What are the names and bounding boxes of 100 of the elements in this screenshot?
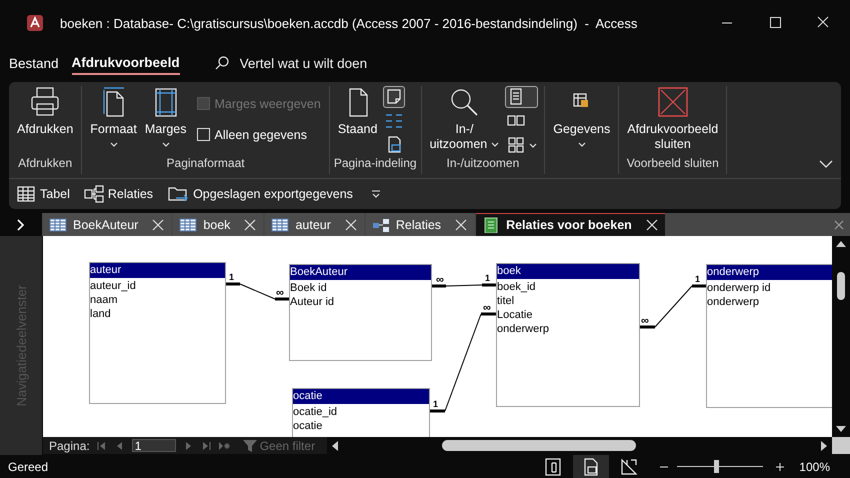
page-label: Pagina: bbox=[49, 438, 90, 452]
printer-icon bbox=[29, 86, 62, 118]
caret-icon bbox=[529, 142, 538, 148]
close-icon[interactable] bbox=[244, 218, 256, 230]
cardinality-label: 1 bbox=[433, 399, 438, 409]
group-label: Pagina-indeling bbox=[332, 156, 418, 172]
close-icon[interactable] bbox=[646, 219, 658, 231]
view-button[interactable] bbox=[573, 455, 610, 478]
relationship-line bbox=[432, 284, 496, 288]
table-icon bbox=[179, 216, 198, 232]
table-icon bbox=[271, 216, 290, 232]
report-view-icon bbox=[543, 456, 564, 476]
caret-icon bbox=[162, 142, 170, 147]
scroll-right-icon bbox=[821, 440, 828, 450]
group-label: In-/uitzoomen bbox=[446, 156, 520, 172]
caret-icon bbox=[110, 142, 118, 147]
slider-thumb[interactable] bbox=[714, 460, 719, 473]
table-title: onderwerp bbox=[707, 265, 832, 280]
ribbon-icon-button[interactable] bbox=[505, 86, 538, 108]
cross-icon bbox=[656, 86, 689, 118]
field-name: Locatie bbox=[497, 308, 534, 322]
field-name: auteur_id bbox=[90, 279, 137, 293]
field-name: boek_id bbox=[497, 280, 537, 294]
cardinality-label: ∞ bbox=[483, 303, 491, 313]
document-tab[interactable]: auteur bbox=[265, 213, 364, 236]
search-icon bbox=[214, 55, 230, 71]
table-icon bbox=[16, 184, 36, 204]
ribbon-button[interactable]: In-/ uitzoomen bbox=[426, 86, 504, 156]
group-label: Voorbeeld sluiten bbox=[626, 156, 720, 172]
close-icon[interactable] bbox=[152, 218, 164, 230]
ribbon-button[interactable]: Marges bbox=[140, 86, 191, 156]
ribbon-button[interactable]: Formaat bbox=[86, 86, 141, 156]
field-name: titel bbox=[497, 294, 516, 308]
scrollbar-thumb[interactable] bbox=[442, 440, 636, 451]
scroll-up-icon bbox=[836, 240, 846, 247]
window-title: boeken : Database- C:\gratiscursus\boeken.accdb (Access 2007 - 2016-bestandsindeling) - Access bbox=[60, 16, 638, 30]
field-name: onderwerp bbox=[707, 295, 760, 309]
table-icon bbox=[49, 216, 67, 232]
page-number-field[interactable]: 1 bbox=[132, 439, 176, 452]
checkbox-option[interactable]: Alleen gegevens bbox=[196, 128, 321, 142]
close-icon[interactable] bbox=[455, 218, 468, 230]
chevron-right-icon bbox=[17, 218, 25, 230]
scrollbar-thumb[interactable] bbox=[837, 272, 845, 300]
scrollbar-corner bbox=[832, 437, 850, 454]
toolbar-button[interactable]: Relaties bbox=[82, 184, 156, 204]
navigation-pane-toggle[interactable] bbox=[0, 213, 42, 236]
cardinality-label: 1 bbox=[695, 274, 700, 284]
document-tab[interactable]: BoekAuteur bbox=[43, 213, 172, 236]
cardinality-label: ∞ bbox=[641, 316, 649, 326]
relationship-line bbox=[226, 282, 289, 300]
relationships-icon bbox=[372, 216, 390, 232]
tell-me-field[interactable]: Vertel wat u wilt doen bbox=[240, 56, 440, 70]
ribbon-button[interactable]: Afdrukken bbox=[13, 86, 78, 156]
field-name: land bbox=[90, 307, 112, 321]
menu-tab[interactable]: Bestand bbox=[9, 52, 59, 74]
field-name: Auteur id bbox=[290, 295, 336, 309]
caret-icon bbox=[578, 142, 586, 147]
table-title: BoekAuteur bbox=[290, 265, 431, 280]
field-name: naam bbox=[90, 293, 119, 307]
cardinality-label: ∞ bbox=[436, 275, 444, 285]
status-text: Gereed bbox=[8, 460, 48, 474]
app-logo-icon bbox=[26, 14, 44, 32]
group-label: Afdrukken bbox=[17, 156, 74, 172]
ribbon-button[interactable]: Gegevens bbox=[549, 86, 614, 156]
toolbar-button[interactable]: Tabel bbox=[14, 184, 72, 204]
design-view-icon bbox=[619, 456, 640, 476]
new-page-icon[interactable] bbox=[218, 440, 230, 450]
document-tab[interactable]: Relaties bbox=[366, 213, 474, 236]
toolbar-button[interactable]: Opgeslagen exportgegevens bbox=[165, 184, 355, 204]
customize-toolbar-icon[interactable] bbox=[370, 189, 381, 199]
field-name: onderwerp bbox=[497, 322, 550, 336]
first-page-icon[interactable] bbox=[96, 440, 108, 450]
field-name: onderwerp id bbox=[707, 281, 772, 295]
document-tab[interactable]: boek bbox=[173, 213, 264, 236]
table-title: boek bbox=[497, 264, 639, 279]
ribbon-button[interactable]: Afdrukvoorbeeld sluiten bbox=[623, 86, 722, 156]
relationships-icon bbox=[84, 184, 104, 204]
ribbon-icon-button[interactable] bbox=[383, 86, 406, 108]
menu-tab[interactable]: Afdrukvoorbeeld bbox=[72, 52, 180, 74]
cardinality-label: 1 bbox=[485, 273, 490, 283]
close-all-icon[interactable] bbox=[834, 220, 844, 230]
scroll-left-icon bbox=[331, 440, 338, 450]
collapse-ribbon-icon[interactable] bbox=[819, 160, 833, 168]
zoom-level: 100% bbox=[799, 460, 830, 474]
field-name: ocatie bbox=[293, 419, 324, 433]
zoom-in-icon[interactable] bbox=[775, 462, 786, 472]
field-name: ocatie_id bbox=[293, 405, 338, 419]
horizontal-scrollbar[interactable] bbox=[327, 437, 832, 454]
multiple-pages-icon bbox=[506, 135, 526, 155]
caret-icon bbox=[491, 142, 500, 148]
document-tab[interactable]: Relaties voor boeken bbox=[476, 213, 665, 236]
report-icon bbox=[482, 217, 500, 233]
ribbon-button[interactable]: Staand bbox=[334, 86, 382, 156]
relationship-line bbox=[640, 284, 706, 328]
cardinality-label: 1 bbox=[229, 272, 234, 282]
group-label: Paginaformaat bbox=[166, 156, 246, 172]
close-icon[interactable] bbox=[344, 218, 357, 230]
field-name: Boek id bbox=[290, 281, 328, 295]
table-title: ocatie bbox=[293, 389, 429, 404]
cardinality-label: ∞ bbox=[276, 288, 284, 298]
